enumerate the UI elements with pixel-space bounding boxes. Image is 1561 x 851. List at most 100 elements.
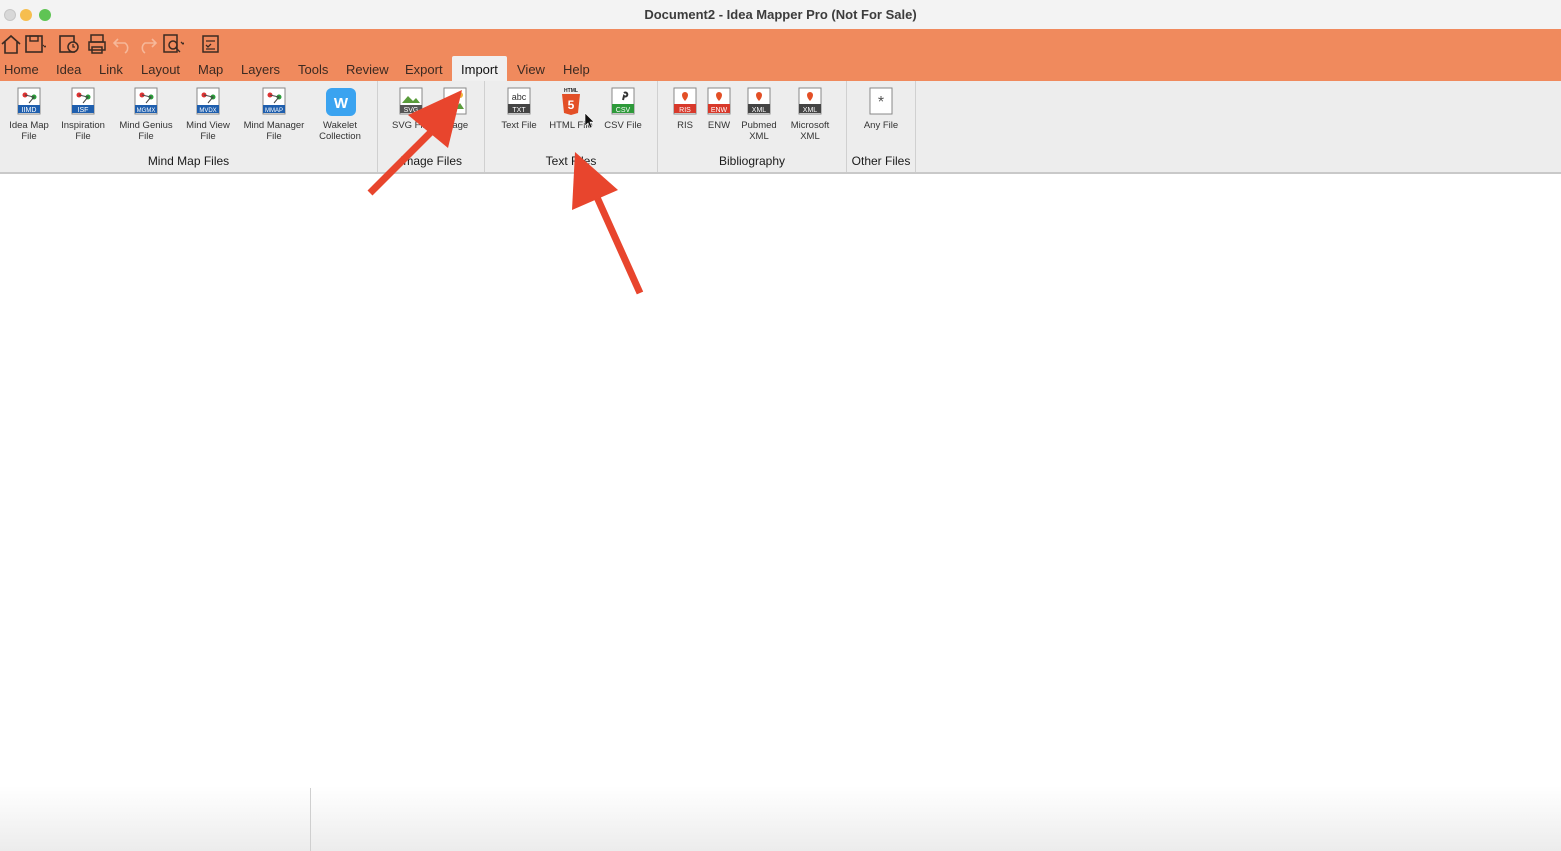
mind-manager-file-icon: MMAP bbox=[260, 87, 288, 117]
inspiration-file-label: Inspiration File bbox=[61, 120, 105, 142]
mind-genius-file-icon: MGMX bbox=[132, 87, 160, 117]
svg-file-icon: SVG bbox=[397, 87, 425, 117]
tab-help[interactable]: Help bbox=[563, 56, 590, 81]
tab-layers[interactable]: Layers bbox=[241, 56, 280, 81]
ris-label: RIS bbox=[677, 120, 693, 131]
svg-text:XML: XML bbox=[752, 107, 767, 114]
group-label-mind-map-files: Mind Map Files bbox=[147, 154, 230, 168]
group-label-bibliography: Bibliography bbox=[718, 154, 786, 168]
window-title: Document2 - Idea Mapper Pro (Not For Sal… bbox=[644, 7, 917, 22]
pubmed-xml-icon: XML bbox=[745, 87, 773, 117]
enw-file-icon: ENW bbox=[705, 87, 733, 117]
import-mind-genius-file-button[interactable]: MGMX Mind Genius File bbox=[115, 87, 177, 142]
import-csv-file-button[interactable]: CSV CSV File bbox=[601, 87, 645, 131]
group-mind-map-files: IIMD Idea Map File ISF Inspiration File … bbox=[0, 81, 378, 172]
import-ribbon: IIMD Idea Map File ISF Inspiration File … bbox=[0, 81, 1561, 174]
svg-text:RIS: RIS bbox=[679, 107, 691, 114]
idea-map-file-icon: IIMD bbox=[15, 87, 43, 117]
import-text-file-button[interactable]: abc TXT Text File bbox=[497, 87, 541, 131]
tab-import[interactable]: Import bbox=[452, 56, 507, 81]
tab-tools[interactable]: Tools bbox=[298, 56, 328, 81]
svg-text:CSV: CSV bbox=[616, 107, 631, 114]
import-wakelet-collection-button[interactable]: W Wakelet Collection bbox=[312, 87, 368, 142]
group-other-files: * Any File Other Files bbox=[847, 81, 916, 172]
csv-file-icon: CSV bbox=[609, 87, 637, 117]
group-label-other-files: Other Files bbox=[851, 154, 911, 168]
svg-text:MVDX: MVDX bbox=[199, 108, 216, 114]
undo-icon[interactable] bbox=[112, 33, 134, 55]
svg-text:IIMD: IIMD bbox=[22, 107, 37, 114]
wakelet-collection-label: Wakelet Collection bbox=[319, 120, 361, 142]
tab-view[interactable]: View bbox=[517, 56, 545, 81]
mind-view-file-icon: MVDX bbox=[194, 87, 222, 117]
app-header: Home Idea Link Layout Map Layers Tools R… bbox=[0, 29, 1561, 81]
import-image-button[interactable]: Image bbox=[434, 87, 476, 131]
svg-file-label: SVG File bbox=[391, 120, 430, 131]
wakelet-icon: W bbox=[326, 87, 356, 117]
import-any-file-button[interactable]: * Any File bbox=[857, 87, 905, 131]
html-file-label: HTML File bbox=[549, 120, 593, 131]
checklist-icon[interactable] bbox=[200, 33, 222, 55]
csv-file-label: CSV File bbox=[604, 120, 642, 131]
tab-map[interactable]: Map bbox=[198, 56, 223, 81]
any-file-label: Any File bbox=[863, 120, 899, 131]
import-enw-button[interactable]: ENW ENW bbox=[702, 87, 736, 131]
tab-home[interactable]: Home bbox=[4, 56, 39, 81]
microsoft-xml-icon: XML bbox=[796, 87, 824, 117]
import-microsoft-xml-button[interactable]: XML Microsoft XML bbox=[784, 87, 836, 142]
save-icon[interactable] bbox=[24, 33, 48, 55]
image-label: Image bbox=[441, 120, 469, 131]
tab-review[interactable]: Review bbox=[346, 56, 389, 81]
svg-text:W: W bbox=[334, 95, 349, 112]
import-idea-map-file-button[interactable]: IIMD Idea Map File bbox=[4, 87, 54, 142]
import-inspiration-file-button[interactable]: ISF Inspiration File bbox=[57, 87, 109, 142]
group-image-files: SVG SVG File Image Image Files bbox=[378, 81, 485, 172]
microsoft-xml-label: Microsoft XML bbox=[790, 120, 830, 142]
home-icon[interactable] bbox=[0, 33, 22, 55]
pubmed-xml-label: Pubmed XML bbox=[741, 120, 777, 142]
import-pubmed-xml-button[interactable]: XML Pubmed XML bbox=[738, 87, 780, 142]
ris-file-icon: RIS bbox=[671, 87, 699, 117]
svg-text:MGMX: MGMX bbox=[137, 108, 156, 114]
idea-map-file-label: Idea Map File bbox=[9, 120, 49, 142]
map-canvas[interactable] bbox=[0, 174, 1561, 786]
import-mind-manager-file-button[interactable]: MMAP Mind Manager File bbox=[239, 87, 309, 142]
group-label-text-files: Text Files bbox=[545, 154, 597, 168]
any-file-icon: * bbox=[867, 87, 895, 117]
group-bibliography: RIS RIS ENW ENW XML Pubmed XML XML Micro… bbox=[658, 81, 847, 172]
status-divider bbox=[310, 788, 311, 851]
group-label-image-files: Image Files bbox=[399, 154, 463, 168]
mind-manager-file-label: Mind Manager File bbox=[243, 120, 305, 142]
svg-text:5: 5 bbox=[568, 98, 575, 112]
inspiration-file-icon: ISF bbox=[69, 87, 97, 117]
tab-layout[interactable]: Layout bbox=[141, 56, 180, 81]
svg-text:HTML: HTML bbox=[564, 88, 578, 94]
svg-text:TXT: TXT bbox=[512, 107, 526, 114]
history-icon[interactable] bbox=[58, 33, 80, 55]
text-file-icon: abc TXT bbox=[505, 87, 533, 117]
svg-text:MMAP: MMAP bbox=[265, 108, 283, 114]
tab-idea[interactable]: Idea bbox=[56, 56, 81, 81]
svg-text:ISF: ISF bbox=[78, 107, 89, 114]
group-text-files: abc TXT Text File HTML 5 HTML File CSV CSV… bbox=[485, 81, 658, 172]
title-bar: Document2 - Idea Mapper Pro (Not For Sal… bbox=[0, 0, 1561, 30]
tab-link[interactable]: Link bbox=[99, 56, 123, 81]
tab-export[interactable]: Export bbox=[405, 56, 443, 81]
enw-label: ENW bbox=[707, 120, 731, 131]
redo-icon[interactable] bbox=[136, 33, 158, 55]
print-icon[interactable] bbox=[86, 33, 108, 55]
text-file-label: Text File bbox=[501, 120, 537, 131]
import-mind-view-file-button[interactable]: MVDX Mind View File bbox=[181, 87, 235, 142]
preview-icon[interactable] bbox=[162, 33, 186, 55]
status-bar bbox=[0, 786, 1561, 851]
svg-text:XML: XML bbox=[803, 107, 818, 114]
html5-icon: HTML 5 bbox=[557, 87, 585, 117]
import-svg-file-button[interactable]: SVG SVG File bbox=[390, 87, 432, 131]
svg-text:*: * bbox=[878, 94, 884, 111]
svg-text:ENW: ENW bbox=[711, 107, 728, 114]
import-html-file-button[interactable]: HTML 5 HTML File bbox=[545, 87, 597, 131]
image-icon bbox=[441, 87, 469, 117]
import-ris-button[interactable]: RIS RIS bbox=[668, 87, 702, 131]
mind-genius-file-label: Mind Genius File bbox=[119, 120, 173, 142]
svg-text:abc: abc bbox=[512, 92, 527, 102]
